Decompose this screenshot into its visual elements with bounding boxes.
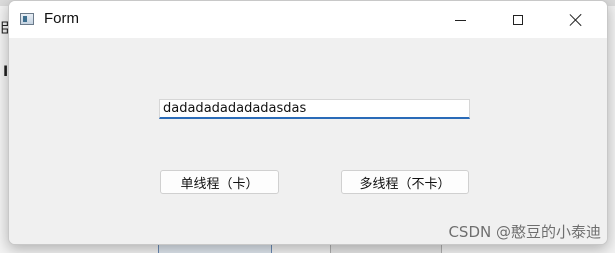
close-icon (569, 13, 583, 27)
text-input[interactable] (159, 99, 470, 119)
maximize-button[interactable] (495, 1, 541, 38)
window-title: Form (44, 10, 79, 27)
app-window-icon (20, 13, 34, 25)
single-thread-button[interactable]: 单线程（卡） (160, 170, 279, 194)
minimize-button[interactable] (437, 1, 483, 38)
form-client-area: 单线程（卡） 多线程（不卡） (9, 38, 607, 244)
close-button[interactable] (553, 1, 599, 38)
maximize-icon (513, 14, 523, 25)
watermark-text: CSDN @憨豆的小泰迪 (448, 223, 601, 241)
multi-thread-button[interactable]: 多线程（不卡） (341, 170, 469, 194)
title-bar[interactable]: Form (9, 1, 607, 38)
screen: 臣 I Form 单线程（卡） 多线程（不卡） CSDN @憨豆的小泰迪 (0, 0, 615, 253)
form-window: Form 单线程（卡） 多线程（不卡） (8, 0, 608, 245)
minimize-icon (454, 20, 466, 21)
